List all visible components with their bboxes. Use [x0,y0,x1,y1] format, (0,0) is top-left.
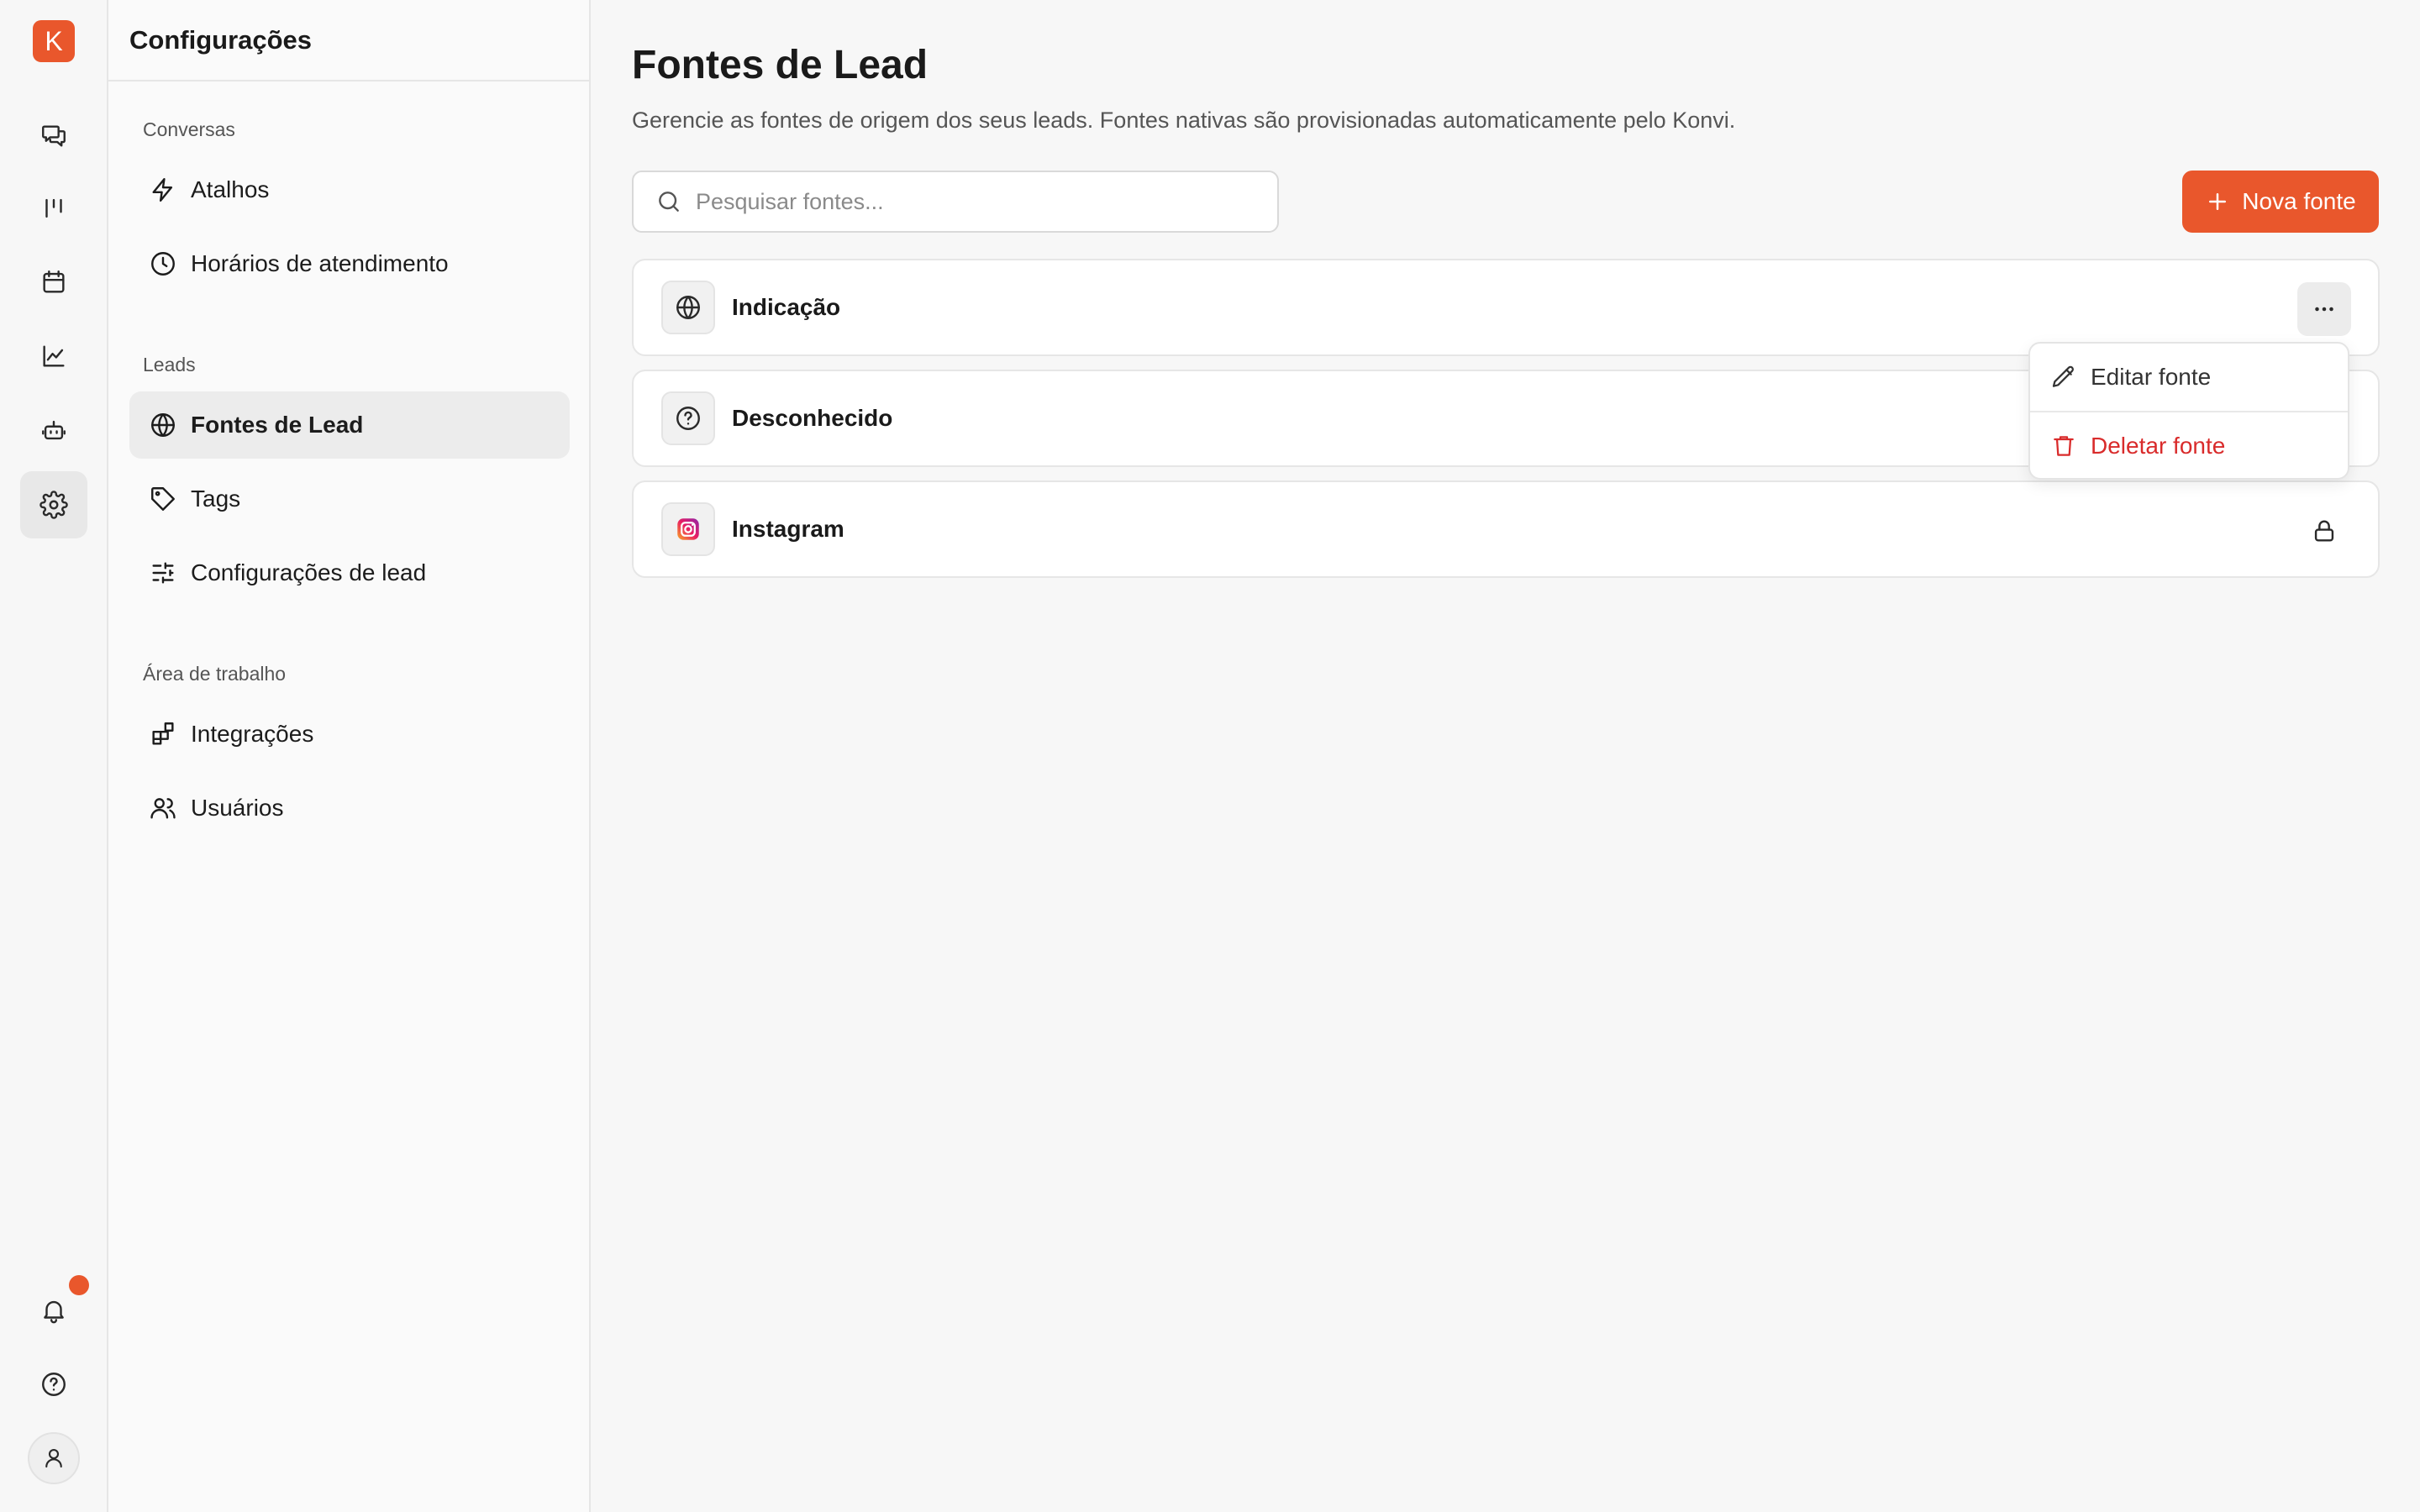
search-input[interactable] [696,188,1267,215]
bot-icon [42,420,66,440]
sidebar-item-label: Usuários [191,795,284,821]
search-box[interactable] [632,171,1279,233]
sidebar-item-label: Tags [191,486,241,512]
sidebar-item-label: Fontes de Lead [191,412,364,438]
user-icon [45,1448,62,1468]
section-label-area-de-trabalho: Área de trabalho [143,663,287,685]
sidebar-header: Configurações [108,0,589,81]
help-circle-icon [676,407,700,430]
sidebar-item-label: Horários de atendimento [191,250,449,276]
settings-sidebar: Configurações Conversas Atalhos Horários… [108,0,591,1512]
sidebar-item-label: Integrações [191,721,314,747]
edit-source-menu-item[interactable]: Editar fonte [2030,344,2348,411]
help-icon [42,1373,66,1396]
gear-icon [39,491,68,519]
source-icon [661,391,715,445]
section-label-conversas: Conversas [143,118,235,140]
clock-icon [151,252,175,276]
blocks-icon [152,722,174,745]
source-icon [661,281,715,334]
trash-icon [2054,436,2074,456]
page-description: Gerencie as fontes de origem dos seus le… [632,108,1736,133]
menu-item-label: Deletar fonte [2091,433,2226,459]
kanban-icon [45,198,62,218]
source-name: Instagram [732,516,844,542]
sliders-icon [152,562,174,584]
more-icon [2315,307,2333,312]
source-icon [661,502,715,556]
icon-rail: K [0,0,108,1512]
calendar-icon [43,270,65,293]
sidebar-item-fontes-de-lead[interactable]: Fontes de Lead [129,391,570,459]
sidebar-item-configuracoes-de-lead[interactable]: Configurações de lead [129,539,570,606]
row-more-button[interactable] [2297,282,2351,336]
lock-icon [2314,520,2334,542]
app-logo[interactable]: K [33,20,75,62]
globe-icon [676,296,700,319]
chat-icon [42,125,66,147]
rail-kanban-button[interactable] [20,175,87,242]
sidebar-item-integracoes[interactable]: Integrações [129,701,570,768]
rail-calendar-button[interactable] [20,249,87,316]
chart-icon [43,345,65,367]
row-actions-menu: Editar fonte Deletar fonte [2028,342,2349,480]
rail-chat-button[interactable] [20,102,87,170]
sidebar-item-horarios[interactable]: Horários de atendimento [129,230,570,297]
row-lock-indicator [2297,504,2351,558]
globe-icon [151,413,175,437]
menu-item-label: Editar fonte [2091,364,2212,390]
notification-badge [69,1275,89,1295]
source-row-instagram[interactable]: Instagram [632,480,2380,578]
search-icon [659,192,679,212]
sidebar-item-tags[interactable]: Tags [129,465,570,533]
sidebar-item-label: Configurações de lead [191,559,427,585]
bell-icon [44,1300,64,1324]
tag-icon [151,487,175,511]
user-avatar-button[interactable] [28,1432,80,1484]
users-icon [150,798,176,819]
rail-settings-button[interactable] [20,471,87,538]
pencil-icon [2052,365,2074,387]
rail-help-button[interactable] [20,1351,87,1418]
delete-source-menu-item[interactable]: Deletar fonte [2030,412,2348,480]
source-name: Desconhecido [732,405,893,431]
source-name: Indicação [732,294,841,320]
new-source-label: Nova fonte [2242,188,2356,214]
zap-icon [152,178,173,202]
new-source-button[interactable]: Nova fonte [2182,171,2379,233]
section-label-leads: Leads [143,354,196,375]
plus-icon [2209,193,2227,210]
instagram-icon [677,518,699,540]
sidebar-item-atalhos[interactable]: Atalhos [129,156,570,223]
sidebar-item-label: Atalhos [191,176,270,202]
sidebar-item-usuarios[interactable]: Usuários [129,774,570,842]
sidebar-title: Configurações [129,24,313,55]
main-content: Fontes de Lead Gerencie as fontes de ori… [591,0,2420,1512]
rail-analytics-button[interactable] [20,323,87,390]
rail-bot-button[interactable] [20,396,87,464]
page-title: Fontes de Lead [632,43,929,87]
